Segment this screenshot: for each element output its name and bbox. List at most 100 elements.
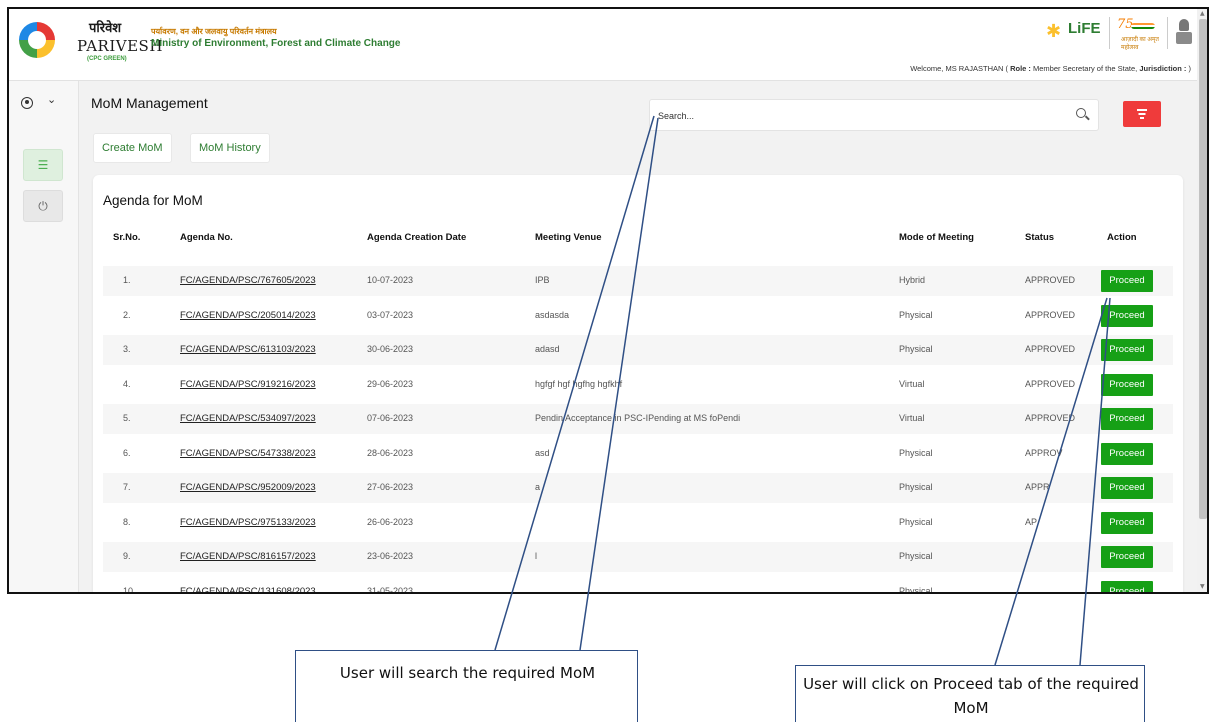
cell-venue: l bbox=[535, 551, 537, 561]
cell-sr: 8. bbox=[123, 516, 131, 527]
filter-button[interactable] bbox=[1123, 101, 1161, 127]
column-header: Agenda No. bbox=[180, 232, 233, 243]
filter-icon bbox=[1137, 109, 1147, 119]
user-circle-icon[interactable] bbox=[21, 97, 33, 109]
scroll-down-icon[interactable]: ▼ bbox=[1200, 583, 1205, 590]
search-input[interactable] bbox=[658, 108, 1058, 124]
cell-mode: Physical bbox=[899, 585, 933, 594]
leaf-icon: ✱ bbox=[1046, 21, 1062, 42]
proceed-button[interactable]: Proceed bbox=[1101, 270, 1153, 292]
app-header: परिवेश PARIVESH (CPC GREEN) पर्यावरण, वन… bbox=[9, 9, 1197, 81]
scroll-up-icon[interactable]: ▲ bbox=[1200, 10, 1205, 17]
cell-date: 27-06-2023 bbox=[367, 482, 414, 492]
table-row: 1. FC/AGENDA/PSC/767605/2023 10-07-2023 IPB… bbox=[103, 266, 1173, 296]
table-row: 6. FC/AGENDA/PSC/547338/2023 28-06-2023 asd… bbox=[103, 439, 1173, 469]
cell-venue: adasd bbox=[535, 344, 560, 354]
parivesh-logo-icon[interactable] bbox=[19, 22, 55, 58]
cell-sr: 4. bbox=[123, 378, 131, 389]
cell-sr: 3. bbox=[123, 344, 131, 354]
cell-status: APPR bbox=[1025, 482, 1050, 492]
column-header: Action bbox=[1107, 232, 1137, 243]
national-emblem-icon bbox=[1175, 19, 1193, 45]
agenda-link[interactable]: FC/AGENDA/PSC/919216/2023 bbox=[180, 379, 316, 390]
table-row: 7. FC/AGENDA/PSC/952009/2023 27-06-2023 a Ph… bbox=[103, 473, 1173, 503]
cell-date: 23-06-2023 bbox=[367, 551, 414, 561]
cell-date: 31-05-2023 bbox=[367, 585, 414, 594]
cell-sr: 9. bbox=[123, 551, 131, 561]
cell-mode: Physical bbox=[899, 447, 933, 458]
proceed-button[interactable]: Proceed bbox=[1101, 580, 1153, 592]
power-icon: ⏻ bbox=[38, 199, 48, 213]
cell-status: APPROVED bbox=[1025, 309, 1076, 320]
cell-sr: 7. bbox=[123, 482, 131, 492]
cell-mode: Physical bbox=[899, 344, 933, 354]
proceed-button[interactable]: Proceed bbox=[1101, 408, 1153, 430]
life-logo: ✱ LiFE bbox=[1044, 17, 1101, 45]
life-logo-text: LiFE bbox=[1068, 20, 1101, 37]
agenda-link[interactable]: FC/AGENDA/PSC/613103/2023 bbox=[180, 344, 316, 355]
cell-status: APPROVED bbox=[1025, 413, 1076, 423]
agenda-link[interactable]: FC/AGENDA/PSC/547338/2023 bbox=[180, 448, 316, 459]
cell-venue: asdasda bbox=[535, 309, 570, 320]
cell-status: APPROVED bbox=[1025, 378, 1076, 389]
proceed-button[interactable]: Proceed bbox=[1101, 477, 1153, 499]
cell-date: 28-06-2023 bbox=[367, 447, 414, 458]
tab-mom-history[interactable]: MoM History bbox=[190, 133, 270, 163]
agenda-link[interactable]: FC/AGENDA/PSC/767605/2023 bbox=[180, 275, 316, 286]
brand-hindi: परिवेश bbox=[89, 21, 122, 36]
document-frame: परिवेश PARIVESH (CPC GREEN) पर्यावरण, वन… bbox=[0, 0, 1216, 722]
page-title: MoM Management bbox=[91, 95, 208, 111]
proceed-button[interactable]: Proceed bbox=[1101, 304, 1153, 327]
agenda-link[interactable]: FC/AGENDA/PSC/952009/2023 bbox=[180, 482, 316, 493]
proceed-button[interactable]: Proceed bbox=[1101, 511, 1153, 534]
cell-status: APPROV bbox=[1025, 447, 1063, 458]
list-icon: ☰ bbox=[37, 158, 49, 172]
proceed-button[interactable]: Proceed bbox=[1101, 339, 1153, 361]
cell-sr: 1. bbox=[123, 275, 131, 285]
cell-date: 07-06-2023 bbox=[367, 413, 414, 423]
cell-sr: 6. bbox=[123, 447, 131, 458]
vertical-scrollbar[interactable]: ▲ ▼ bbox=[1197, 9, 1207, 592]
proceed-button[interactable]: Proceed bbox=[1101, 546, 1153, 568]
table-row: 2. FC/AGENDA/PSC/205014/2023 03-07-2023 asd… bbox=[103, 301, 1173, 331]
app-screenshot: परिवेश PARIVESH (CPC GREEN) पर्यावरण, वन… bbox=[7, 7, 1209, 594]
agenda-link[interactable]: FC/AGENDA/PSC/205014/2023 bbox=[180, 310, 316, 321]
agenda-card: Agenda for MoM Sr.No. Agenda No. Agenda … bbox=[93, 175, 1183, 594]
cell-mode: Physical bbox=[899, 482, 933, 492]
sidebar-item-logout[interactable]: ⏻ bbox=[23, 190, 63, 222]
cell-mode: Physical bbox=[899, 516, 933, 527]
tab-create-mom[interactable]: Create MoM bbox=[93, 133, 172, 163]
agenda-link[interactable]: FC/AGENDA/PSC/975133/2023 bbox=[180, 517, 316, 528]
agenda-link[interactable]: FC/AGENDA/PSC/131608/2023 bbox=[180, 586, 316, 593]
cell-venue: a bbox=[535, 482, 541, 492]
azadi-caption: आज़ादी का अमृत महोत्सव bbox=[1121, 37, 1159, 51]
column-header: Status bbox=[1025, 232, 1055, 243]
cell-date: 29-06-2023 bbox=[367, 378, 414, 389]
agenda-link[interactable]: FC/AGENDA/PSC/534097/2023 bbox=[180, 413, 316, 424]
annotation-callout-proceed: User will click on Proceed tab of the re… bbox=[795, 665, 1145, 722]
role-label: Role : bbox=[1010, 64, 1031, 73]
scrollbar-thumb[interactable] bbox=[1199, 19, 1207, 519]
proceed-button[interactable]: Proceed bbox=[1101, 442, 1153, 465]
chevron-down-icon[interactable]: ⌄ bbox=[47, 93, 56, 106]
proceed-button[interactable]: Proceed bbox=[1101, 373, 1153, 396]
column-header: Sr.No. bbox=[113, 232, 141, 243]
azadi-logo: 75 आज़ादी का अमृत महोत्सव bbox=[1117, 17, 1159, 51]
cell-venue: IPB bbox=[535, 275, 550, 285]
sidebar-item-list[interactable]: ☰ bbox=[23, 149, 63, 181]
search-box[interactable] bbox=[649, 99, 1099, 131]
cell-status: APPROVED bbox=[1025, 275, 1076, 285]
cell-venue: Pendin Acceptance in PSC-IPending at MS … bbox=[535, 413, 741, 423]
cell-mode: Virtual bbox=[899, 413, 925, 423]
brand-subtitle: (CPC GREEN) bbox=[87, 56, 127, 62]
table-row: 3. FC/AGENDA/PSC/613103/2023 30-06-2023 ada… bbox=[103, 335, 1173, 365]
cell-mode: Virtual bbox=[899, 378, 925, 389]
card-title: Agenda for MoM bbox=[103, 193, 203, 208]
cell-venue: hgfgf hgf hgfhg hgfkhf bbox=[535, 378, 623, 389]
welcome-prefix: Welcome, MS RAJASTHAN ( bbox=[910, 64, 1011, 73]
agenda-link[interactable]: FC/AGENDA/PSC/816157/2023 bbox=[180, 551, 316, 562]
search-icon[interactable] bbox=[1076, 108, 1086, 118]
cell-status: APPROVED bbox=[1025, 344, 1076, 354]
welcome-text: Welcome, MS RAJASTHAN ( Role : Member Se… bbox=[910, 64, 1191, 73]
header-divider bbox=[1167, 17, 1168, 49]
